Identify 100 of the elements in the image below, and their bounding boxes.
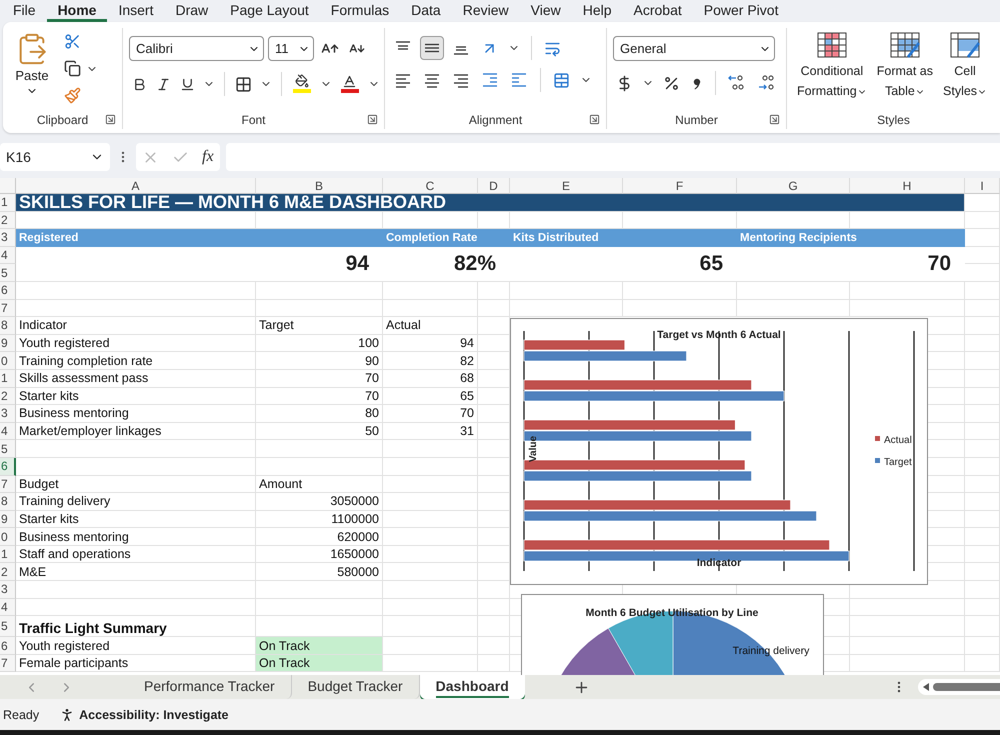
paste-button[interactable]: Paste	[9, 32, 55, 111]
table-cell: Youth registered	[16, 637, 256, 655]
sheet-tab[interactable]: Dashboard	[420, 675, 525, 699]
number-format-dropdown[interactable]: General	[613, 36, 775, 61]
horizontal-scrollbar[interactable]	[918, 679, 1000, 695]
row-header[interactable]: 6	[0, 458, 16, 476]
group-label: Styles	[877, 113, 910, 127]
group-label: Clipboard	[36, 113, 88, 127]
row-header[interactable]: 3	[0, 229, 16, 247]
column-header[interactable]: B	[256, 178, 383, 194]
table-cell: 70	[256, 370, 383, 388]
table-cell: M&E	[16, 563, 256, 582]
scroll-left-icon[interactable]	[923, 683, 929, 691]
menu-tab[interactable]: Power Pivot	[692, 0, 790, 22]
table-cell: Business mentoring	[16, 405, 256, 423]
empty-cell	[965, 300, 1000, 318]
empty-cell	[965, 598, 1000, 616]
styles-button[interactable]: Conditional Formatting	[797, 30, 867, 111]
menu-tab[interactable]: Formulas	[320, 0, 400, 22]
menu-tab[interactable]: Data	[400, 0, 452, 22]
table-cell: 82	[383, 352, 478, 370]
empty-cell	[965, 458, 1000, 476]
row-header[interactable]: 3	[0, 581, 16, 599]
row-header[interactable]: 5	[0, 264, 16, 282]
insert-function-button[interactable]: fx	[202, 148, 214, 166]
header-cell: Actual	[383, 317, 478, 335]
table-cell: 1100000	[256, 510, 383, 528]
table-cell: Starter kits	[16, 510, 256, 528]
dialog-launcher-icon[interactable]	[589, 114, 600, 125]
empty-cell	[965, 212, 1000, 230]
row-header[interactable]: 4	[0, 246, 16, 264]
row-header[interactable]: 5	[0, 616, 16, 638]
row-header[interactable]: 2	[0, 212, 16, 230]
header-cell: Target	[256, 317, 383, 335]
column-header[interactable]: F	[623, 178, 737, 194]
row-header[interactable]: 5	[0, 440, 16, 458]
row-header[interactable]: 0	[0, 352, 16, 370]
table-cell: 1650000	[256, 546, 383, 564]
empty-cell	[965, 654, 1000, 672]
row-header[interactable]: 8	[0, 493, 16, 511]
accessibility-button[interactable]: Accessibility: Investigate	[59, 706, 229, 722]
header-cell: Indicator	[16, 317, 256, 335]
table-cell: Skills assessment pass	[16, 370, 256, 388]
styles-button[interactable]: Format as Table	[876, 30, 934, 111]
menu-tab[interactable]: File	[2, 0, 47, 22]
menu-tab[interactable]: Page Layout	[219, 0, 320, 22]
empty-cell	[965, 405, 1000, 423]
styles-button[interactable]: Cell Styles	[943, 30, 988, 111]
row-header[interactable]: 9	[0, 510, 16, 528]
row-header[interactable]: 4	[0, 422, 16, 440]
column-header[interactable]: C	[383, 178, 478, 194]
dialog-launcher-icon[interactable]	[105, 114, 116, 125]
row-header[interactable]: 4	[0, 598, 16, 616]
row-header[interactable]: 2	[0, 388, 16, 406]
table-cell: 90	[256, 352, 383, 370]
font-name-dropdown[interactable]: Calibri	[129, 36, 264, 61]
row-header[interactable]: 7	[0, 654, 16, 672]
row-header[interactable]: 1	[0, 546, 16, 564]
dialog-launcher-icon[interactable]	[367, 114, 378, 125]
table-cell: 620000	[256, 528, 383, 546]
axis-title: Value	[528, 436, 539, 462]
menu-tab[interactable]: Help	[572, 0, 623, 22]
row-header[interactable]: 6	[0, 637, 16, 655]
menu-tab[interactable]: View	[520, 0, 572, 22]
empty-cell	[965, 317, 1000, 335]
column-header[interactable]: A	[16, 178, 256, 194]
row-header[interactable]: 2	[0, 563, 16, 582]
menu-tab[interactable]: Draw	[164, 0, 220, 22]
name-box[interactable]: K16	[0, 143, 110, 171]
font-size-dropdown[interactable]: 11	[268, 36, 314, 61]
row-header[interactable]: 1	[0, 370, 16, 388]
table-cell: Female participants	[16, 654, 256, 672]
row-header[interactable]: 6	[0, 282, 16, 300]
scrollbar-thumb[interactable]	[933, 683, 1000, 691]
row-header[interactable]: 9	[0, 334, 16, 352]
row-header[interactable]: 8	[0, 317, 16, 335]
empty-cell	[965, 352, 1000, 370]
column-header[interactable]: H	[850, 178, 965, 194]
dialog-launcher-icon[interactable]	[769, 114, 780, 125]
row-header[interactable]: 3	[0, 405, 16, 423]
column-header[interactable]: E	[510, 178, 623, 194]
table-cell: 31	[383, 422, 478, 440]
table-cell: 65	[383, 388, 478, 406]
row-header[interactable]: 0	[0, 528, 16, 546]
column-header[interactable]: D	[478, 178, 510, 194]
menu-tab[interactable]: Review	[452, 0, 520, 22]
empty-cell	[965, 334, 1000, 352]
empty-cell	[965, 476, 1000, 494]
row-header[interactable]: 7	[0, 300, 16, 318]
column-header[interactable]: I	[965, 178, 1000, 194]
row-header[interactable]: 7	[0, 476, 16, 494]
menu-tab[interactable]: Insert	[107, 0, 164, 22]
menu-tab[interactable]: Acrobat	[622, 0, 693, 22]
column-header[interactable]: G	[737, 178, 850, 194]
empty-cell	[478, 300, 510, 318]
align-icon[interactable]	[420, 36, 444, 60]
table-grid-icon	[949, 30, 982, 60]
kpi-label: Completion Rate	[383, 229, 510, 247]
table-cell: 50	[256, 422, 383, 440]
row-header[interactable]: 1	[0, 194, 16, 212]
